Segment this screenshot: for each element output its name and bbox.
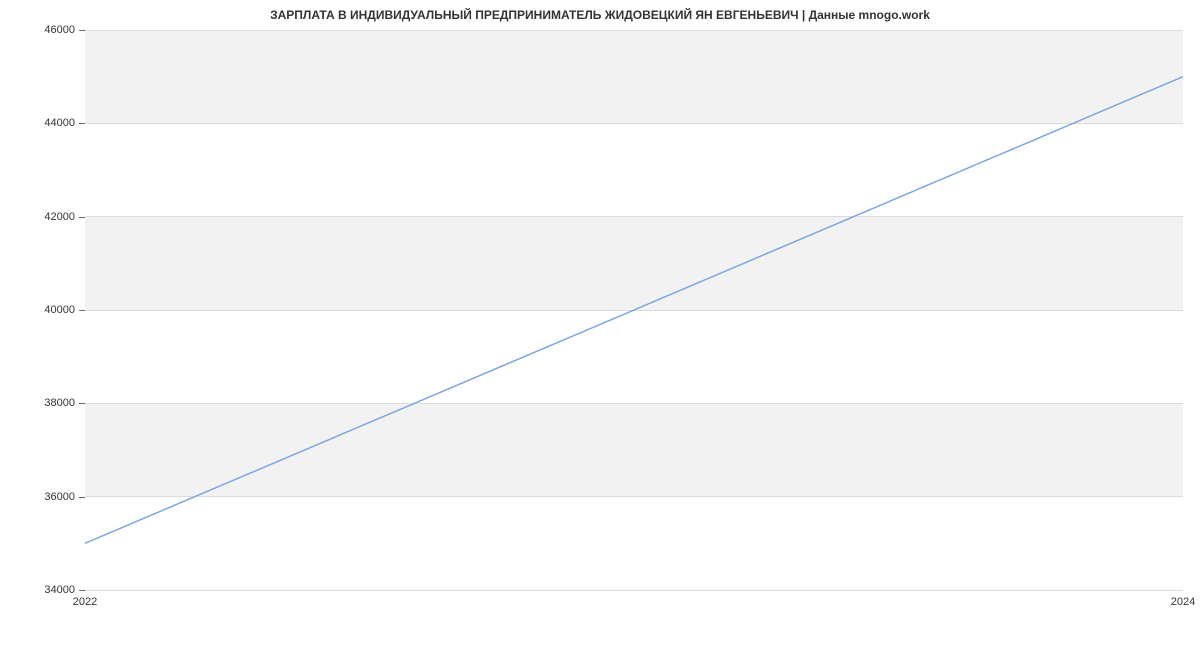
x-tick-label: 2022	[73, 596, 97, 608]
y-tick-label: 34000	[35, 584, 75, 596]
y-tick-label: 46000	[35, 24, 75, 36]
y-tick-label: 38000	[35, 397, 75, 409]
plot-area	[85, 30, 1183, 590]
y-tick-label: 40000	[35, 304, 75, 316]
line-layer	[85, 30, 1183, 590]
y-tick-mark	[79, 30, 85, 31]
series-line	[85, 77, 1183, 544]
y-tick-mark	[79, 497, 85, 498]
y-tick-mark	[79, 590, 85, 591]
x-tick-label: 2024	[1171, 596, 1195, 608]
y-tick-mark	[79, 310, 85, 311]
y-tick-label: 42000	[35, 211, 75, 223]
y-tick-label: 36000	[35, 491, 75, 503]
y-tick-label: 44000	[35, 117, 75, 129]
chart-title: ЗАРПЛАТА В ИНДИВИДУАЛЬНЫЙ ПРЕДПРИНИМАТЕЛ…	[0, 8, 1200, 22]
y-tick-mark	[79, 217, 85, 218]
y-tick-mark	[79, 123, 85, 124]
y-tick-mark	[79, 403, 85, 404]
